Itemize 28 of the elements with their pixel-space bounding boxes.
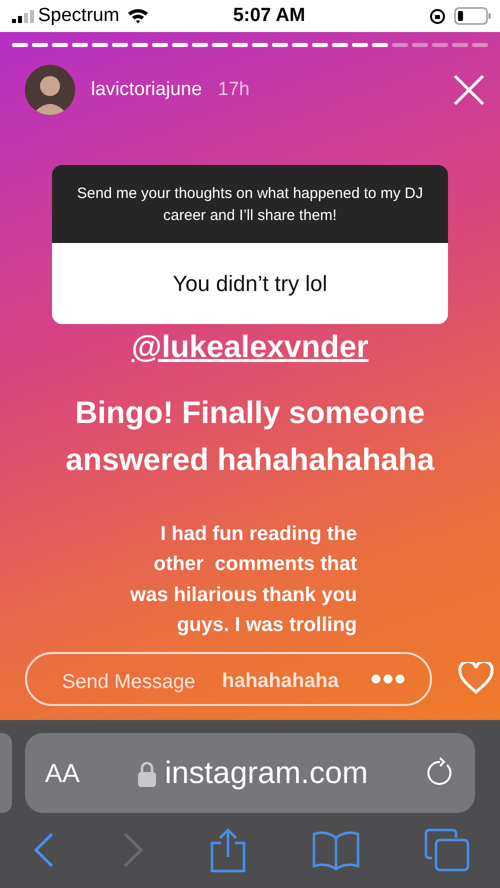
- url-text: instagram.com: [164, 754, 368, 792]
- message-field[interactable]: Send Message hahahahaha: [25, 652, 432, 706]
- headline-text: Bingo! Finally someone answered hahahahahaha: [64, 394, 436, 478]
- signal-icon: [12, 10, 34, 22]
- mention-link[interactable]: @lukealexvnder: [131, 329, 368, 364]
- text-size-label[interactable]: AA: [45, 754, 80, 792]
- close-button[interactable]: [452, 73, 486, 107]
- message-placeholder: Send Message: [62, 670, 196, 695]
- address-bar[interactable]: AA instagram.com: [25, 733, 475, 813]
- bookmarks-button[interactable]: [312, 830, 360, 870]
- question-answer: You didn’t try lol: [52, 243, 448, 324]
- lock-icon: [136, 760, 157, 786]
- rotation-lock-icon: [429, 8, 446, 24]
- back-button[interactable]: [32, 832, 56, 868]
- heart-icon[interactable]: [458, 662, 494, 694]
- clock-time: 5:07 AM: [233, 4, 306, 28]
- username[interactable]: lavictoriajune: [91, 76, 202, 104]
- carrier-name: Spectrum: [38, 4, 120, 28]
- share-button[interactable]: [209, 827, 247, 873]
- overlay-text: hahahahaha: [222, 669, 339, 694]
- tabs-button[interactable]: [424, 828, 470, 872]
- question-prompt: Send me your thoughts on what happened to my DJ career and I’ll share them!: [52, 165, 448, 243]
- wifi-icon: [127, 8, 150, 24]
- caption-text: I had fun reading the other comments that was hilarious thank you guys. I was trolling: [129, 522, 357, 638]
- post-age: 17h: [218, 78, 250, 102]
- avatar[interactable]: [25, 65, 75, 115]
- more-icon[interactable]: [371, 674, 405, 684]
- battery-icon: [454, 7, 492, 25]
